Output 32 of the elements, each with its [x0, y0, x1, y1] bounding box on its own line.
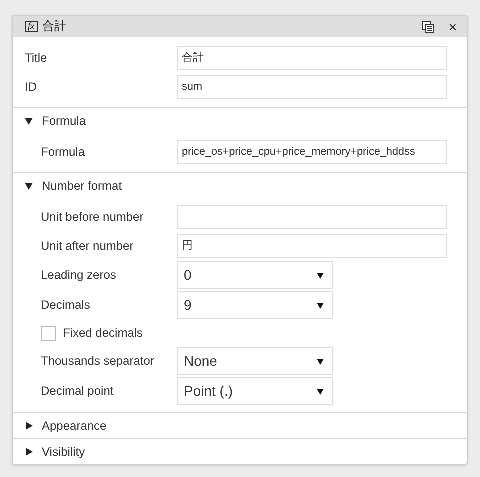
dropdown[interactable]: None	[177, 347, 333, 375]
caret-icon	[317, 358, 324, 364]
section-header[interactable]: Number format	[13, 173, 467, 198]
section-header[interactable]: Visibility	[13, 439, 467, 464]
field-label: ID	[25, 80, 38, 94]
field-label: Unit after number	[41, 238, 135, 252]
checkbox-label: Fixed decimals	[63, 326, 144, 340]
formula-icon: fx	[25, 21, 38, 32]
caret-icon	[317, 388, 324, 394]
input-field[interactable]	[177, 204, 447, 228]
input-field[interactable]: 円	[177, 234, 447, 258]
input-field[interactable]: sum	[177, 74, 447, 98]
panel-title: 合計	[42, 18, 68, 35]
field-label: Decimal point	[41, 384, 115, 398]
field-label: Formula	[41, 144, 86, 158]
field-label: Thousands separator	[41, 354, 156, 368]
field-label: Leading zeros	[41, 268, 118, 282]
field-label: Unit before number	[41, 210, 145, 224]
checkbox[interactable]	[41, 326, 56, 340]
section-header[interactable]: Formula	[13, 108, 467, 133]
copy-icon[interactable]	[422, 20, 434, 32]
dropdown[interactable]: 9	[177, 291, 333, 319]
dropdown[interactable]: 0	[177, 261, 333, 289]
field-label: Title	[25, 50, 48, 64]
close-button[interactable]: ×	[448, 18, 457, 34]
dropdown[interactable]: Point (.)	[177, 377, 333, 405]
input-field[interactable]: price_os+price_cpu+price_memory+price_hddss	[177, 140, 447, 164]
field-label: Decimals	[41, 298, 92, 312]
input-field[interactable]: 合計	[177, 46, 447, 70]
section-header[interactable]: Appearance	[13, 413, 467, 438]
caret-icon	[317, 272, 324, 278]
caret-icon	[317, 302, 324, 308]
